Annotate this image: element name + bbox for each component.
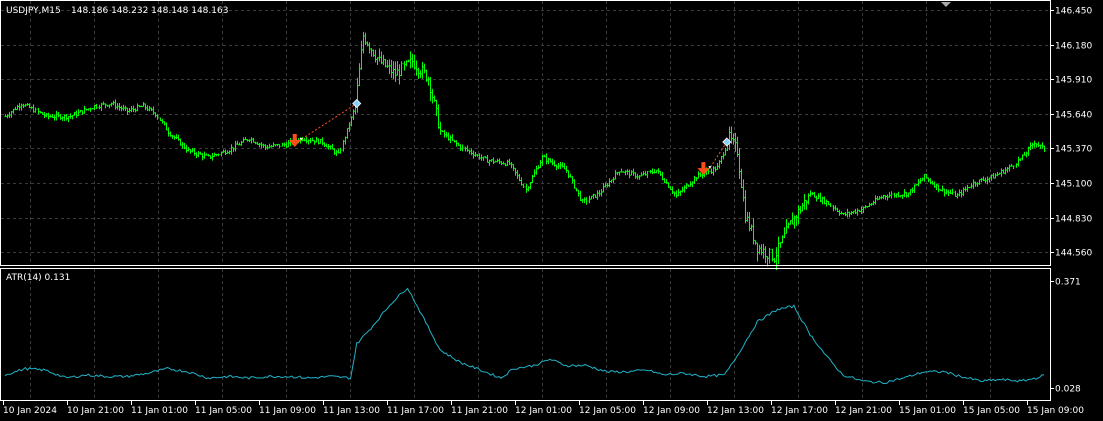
time-tick-label: 12 Jan 13:00 <box>707 406 764 416</box>
symbol-label: USDJPY,M15 <box>6 6 61 16</box>
time-tick-label: 12 Jan 05:00 <box>579 406 636 416</box>
atr-line <box>4 287 1045 384</box>
grid <box>1 1 1050 400</box>
time-tick-label: 11 Jan 17:00 <box>387 406 444 416</box>
time-axis[interactable]: 10 Jan 2024 10 Jan 21:00 11 Jan 01:00 11 Ja… <box>3 401 1084 416</box>
time-tick-label: 15 Jan 05:00 <box>963 406 1020 416</box>
time-tick-label: 11 Jan 05:00 <box>195 406 252 416</box>
atr-label: ATR(14) 0.131 <box>6 273 70 283</box>
time-tick-label: 12 Jan 01:00 <box>515 406 572 416</box>
time-tick-label: 12 Jan 09:00 <box>643 406 700 416</box>
time-tick-label: 10 Jan 2024 <box>3 406 57 416</box>
time-tick-label: 12 Jan 21:00 <box>835 406 892 416</box>
time-tick-label: 15 Jan 09:00 <box>1027 406 1084 416</box>
time-tick-label: 11 Jan 13:00 <box>323 406 380 416</box>
price-tick-label: 145.910 <box>1055 76 1092 86</box>
trade-close-icon[interactable] <box>352 98 362 109</box>
time-tick-label: 11 Jan 01:00 <box>131 406 188 416</box>
price-tick-label: 146.180 <box>1055 42 1092 52</box>
scroll-marker-icon[interactable] <box>941 2 951 7</box>
price-tick-label: 145.640 <box>1055 111 1092 121</box>
trade-arrow-icon[interactable] <box>697 162 710 176</box>
time-tick-label: 11 Jan 09:00 <box>259 406 316 416</box>
chart-area[interactable]: 146.450 146.180 145.910 145.640 145.370 145.1… <box>0 0 1103 421</box>
price-tick-label: 145.370 <box>1055 145 1092 155</box>
price-axis[interactable]: 146.450 146.180 145.910 145.640 145.370 145.1… <box>1050 7 1092 395</box>
trade-line <box>301 103 358 140</box>
ohlc-values: 148.186 148.232 148.148 148.163 <box>71 6 228 16</box>
time-tick-label: 15 Jan 01:00 <box>899 406 956 416</box>
price-tick-label: 144.560 <box>1055 249 1092 259</box>
time-tick-label: 11 Jan 21:00 <box>451 406 508 416</box>
atr-series-line <box>4 287 1045 384</box>
price-tick-label: 146.450 <box>1055 7 1092 17</box>
price-tick-label: 144.830 <box>1055 215 1092 225</box>
candles <box>4 31 1046 271</box>
time-tick-label: 10 Jan 21:00 <box>67 406 124 416</box>
time-tick-label: 12 Jan 17:00 <box>771 406 828 416</box>
atr-tick-label: 0.028 <box>1055 385 1081 395</box>
price-tick-label: 145.100 <box>1055 180 1092 190</box>
atr-tick-label: 0.371 <box>1055 278 1081 288</box>
